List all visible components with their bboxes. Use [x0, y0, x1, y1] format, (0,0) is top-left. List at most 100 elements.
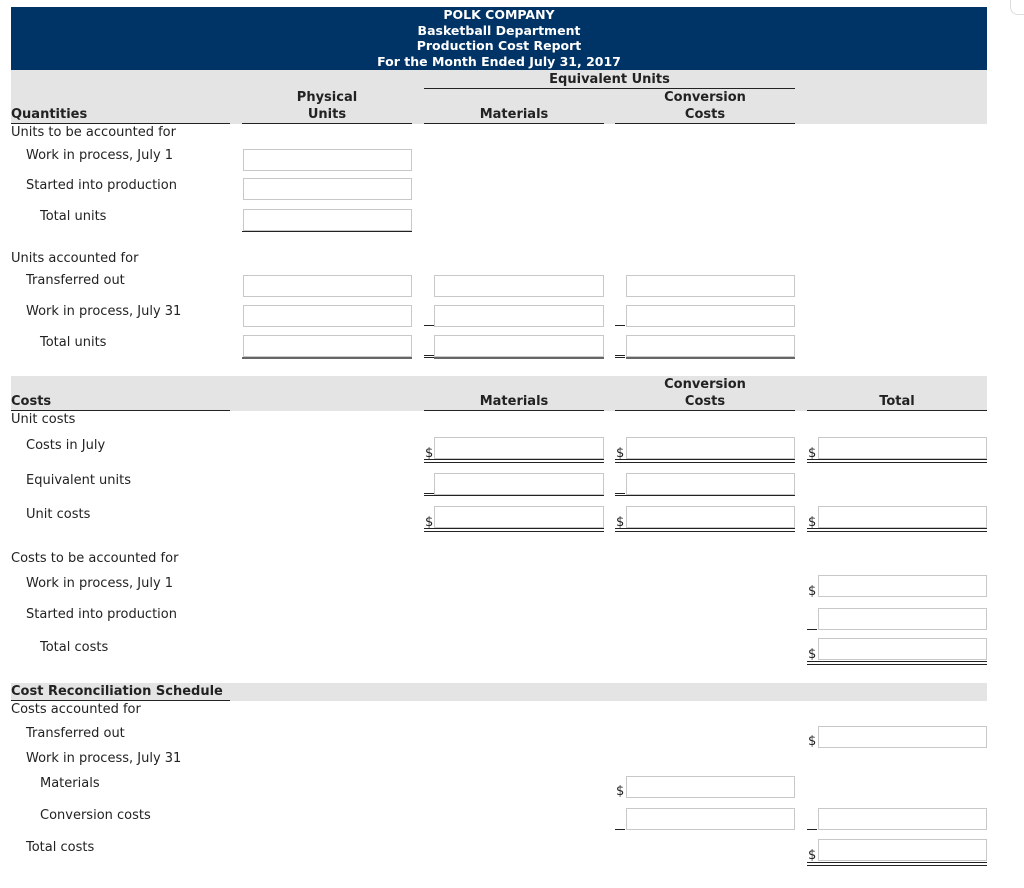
wip-july1-physical-units-input[interactable]	[243, 149, 412, 171]
costs-wip-july1-label: Work in process, July 1	[26, 576, 174, 591]
report-name: Production Cost Report	[416, 38, 582, 54]
recon-total-costs-input[interactable]	[818, 839, 987, 861]
total-units-2-conversion-input[interactable]	[626, 335, 795, 357]
unit-costs-materials-input[interactable]	[434, 506, 604, 528]
costs-conversion-header-line1: Conversion	[664, 377, 746, 392]
materials-underline	[424, 123, 604, 124]
recon-conversion-costs-input[interactable]	[626, 808, 795, 830]
costs-started-dash	[807, 629, 817, 630]
costs-materials-header: Materials	[479, 394, 549, 409]
costs-in-july-label: Costs in July	[26, 438, 106, 453]
total-units-2-materials-dash-2	[424, 357, 434, 358]
costs-total-header: Total	[879, 394, 915, 409]
costs-to-be-accounted-for-label: Costs to be accounted for	[11, 551, 179, 566]
conversion-header-line2: Costs	[684, 107, 726, 122]
equivalent-units-label: Equivalent units	[26, 473, 132, 488]
unit-costs-total-double-rule	[807, 528, 987, 532]
total-costs-input[interactable]	[818, 638, 987, 660]
wip-july31-materials-input[interactable]	[434, 305, 604, 327]
wip-july31-conversion-dash	[615, 325, 625, 326]
conversion-header-line1: Conversion	[664, 90, 746, 105]
wip-july1-label: Work in process, July 1	[26, 148, 174, 163]
costs-section-title: Costs	[11, 394, 52, 409]
costs-wip-july1-dollar: $	[808, 584, 817, 599]
quantities-section-title: Quantities	[11, 107, 88, 122]
total-units-2-conversion-dash	[615, 355, 625, 356]
costs-in-july-materials-double-rule	[424, 459, 604, 463]
report-period: For the Month Ended July 31, 2017	[377, 54, 621, 70]
costs-total-underline	[807, 410, 987, 411]
equivalent-units-materials-dash	[424, 493, 434, 494]
physical-units-header-line2: Units	[307, 107, 347, 122]
total-units-underline	[242, 231, 412, 232]
costs-in-july-materials-input[interactable]	[434, 437, 604, 459]
total-units-label: Total units	[40, 209, 107, 224]
total-units-2-label: Total units	[40, 335, 107, 350]
recon-total-costs-double-rule	[807, 862, 987, 866]
transferred-out-materials-input[interactable]	[434, 275, 604, 297]
equivalent-units-header: Equivalent Units	[549, 72, 670, 87]
transferred-out-conversion-input[interactable]	[626, 275, 795, 297]
costs-in-july-conversion-input[interactable]	[626, 437, 795, 459]
wip-july31-physical-input[interactable]	[243, 305, 412, 327]
company-name: POLK COMPANY	[443, 7, 555, 22]
wip-july31-conversion-input[interactable]	[626, 305, 795, 327]
total-costs-dollar: $	[808, 647, 817, 662]
started-into-production-label: Started into production	[26, 178, 177, 193]
total-units-2-physical-rule	[242, 357, 412, 359]
unit-costs-total-input[interactable]	[818, 506, 987, 528]
recon-conversion-costs-label: Conversion costs	[40, 808, 151, 823]
total-units-physical-input[interactable]	[243, 209, 412, 231]
costs-started-total-input[interactable]	[818, 608, 987, 630]
total-costs-label: Total costs	[40, 640, 109, 655]
total-costs-double-rule	[807, 661, 987, 665]
costs-conversion-header-line2: Costs	[684, 394, 726, 409]
costs-in-july-total-input[interactable]	[818, 437, 987, 459]
scroll-corner	[1010, 0, 1024, 15]
total-units-2-conversion-rule	[626, 357, 795, 359]
quantities-underline	[11, 123, 230, 124]
materials-header: Materials	[479, 107, 549, 122]
conversion-underline	[615, 123, 795, 124]
unit-costs-materials-double-rule	[424, 528, 604, 532]
transferred-out-physical-input[interactable]	[243, 275, 412, 297]
total-units-2-materials-input[interactable]	[434, 335, 604, 357]
costs-in-july-conversion-double-rule	[615, 459, 795, 463]
costs-accounted-for-label: Costs accounted for	[11, 702, 141, 717]
reconciliation-underline	[11, 700, 230, 701]
report-title-banner: POLK COMPANY Basketball Department Produ…	[11, 7, 987, 70]
unit-costs-heading: Unit costs	[11, 412, 76, 427]
costs-in-july-total-double-rule	[807, 459, 987, 463]
recon-conversion-dash	[615, 829, 625, 830]
department-name: Basketball Department	[417, 22, 581, 38]
recon-wip-july31-label: Work in process, July 31	[26, 751, 182, 766]
equivalent-units-materials-rule	[424, 495, 604, 496]
equivalent-units-conversion-input[interactable]	[626, 473, 795, 495]
total-units-2-physical-input[interactable]	[243, 335, 412, 357]
costs-underline	[11, 410, 230, 411]
unit-costs-conversion-double-rule	[615, 528, 795, 532]
physical-units-underline	[242, 123, 412, 124]
units-to-be-accounted-for-label: Units to be accounted for	[11, 125, 176, 140]
unit-costs-label: Unit costs	[26, 507, 91, 522]
recon-wip-total-input[interactable]	[818, 808, 987, 830]
total-units-2-materials-dash	[424, 355, 434, 356]
recon-materials-dollar: $	[616, 784, 625, 799]
recon-materials-input[interactable]	[626, 776, 795, 798]
costs-materials-underline	[424, 410, 604, 411]
recon-total-costs-dollar: $	[808, 848, 817, 863]
total-units-2-materials-rule	[434, 357, 604, 359]
equivalent-units-conversion-rule	[615, 495, 795, 496]
reconciliation-section-title: Cost Reconciliation Schedule	[11, 684, 223, 699]
unit-costs-conversion-input[interactable]	[626, 506, 795, 528]
wip-july31-materials-dash	[424, 325, 434, 326]
recon-transferred-out-label: Transferred out	[26, 726, 125, 741]
started-physical-units-input[interactable]	[243, 178, 412, 200]
physical-units-header-line1: Physical	[296, 90, 358, 105]
equivalent-units-conversion-dash	[615, 493, 625, 494]
equivalent-units-materials-input[interactable]	[434, 473, 604, 495]
costs-wip-july1-total-input[interactable]	[818, 575, 987, 597]
recon-materials-label: Materials	[40, 776, 100, 791]
recon-transferred-out-input[interactable]	[818, 726, 987, 748]
recon-total-costs-label: Total costs	[26, 840, 95, 855]
